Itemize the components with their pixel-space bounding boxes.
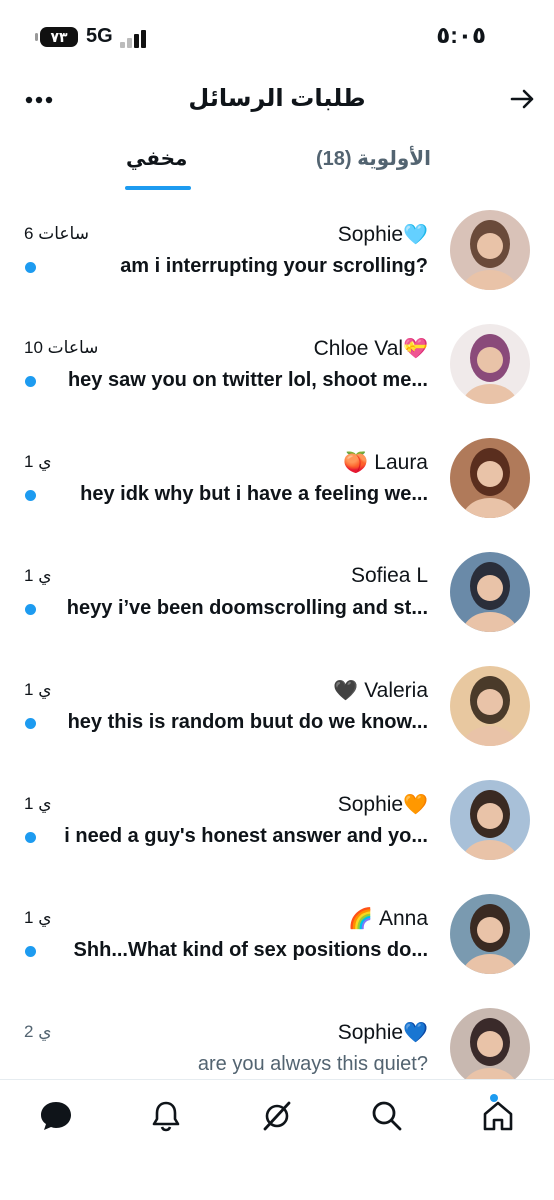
header: طلبات الرسائل [0, 76, 554, 126]
timestamp: 1 ي [24, 566, 52, 585]
message-request-row[interactable]: Sofiea L 1 ي heyy i’ve been doomscrolling … [0, 542, 554, 656]
sender-name: 🌈 Anna [348, 907, 428, 930]
emoji-icon: 🍑 [343, 452, 369, 474]
page-title: طلبات الرسائل [188, 85, 366, 112]
message-request-row[interactable]: Chloe Val💝 10 ساعات hey saw you on twitter… [0, 314, 554, 428]
timestamp: 1 ي [24, 452, 52, 471]
messages-icon[interactable] [38, 1098, 74, 1134]
timestamp: 10 ساعات [24, 338, 99, 357]
avatar[interactable] [450, 1008, 530, 1088]
notifications-icon[interactable] [148, 1098, 184, 1134]
signal-icon [120, 28, 152, 48]
sender-name: 🖤 Valeria [333, 679, 428, 702]
message-request-row[interactable]: 🍑 Laura 1 ي hey idk why but i have a feelin… [0, 428, 554, 542]
message-request-row[interactable]: Sophie🧡 1 ي i need a guy's honest answer a… [0, 770, 554, 884]
message-request-row[interactable]: 🖤 Valeria 1 ي hey this is random buut do we… [0, 656, 554, 770]
tab-priority[interactable]: الأولوية (18) [316, 146, 431, 171]
unread-dot [25, 946, 36, 957]
bottom-nav [0, 1079, 554, 1200]
unread-dot [25, 832, 36, 843]
message-preview: am i interrupting your scrolling? [120, 255, 428, 277]
message-preview: Shh...What kind of sex positions do... [73, 939, 428, 961]
avatar[interactable] [450, 780, 530, 860]
message-preview: hey this is random buut do we know... [67, 711, 428, 733]
message-preview: hey idk why but i have a feeling we... [80, 483, 428, 505]
notification-dot [490, 1094, 498, 1102]
avatar[interactable] [450, 324, 530, 404]
grok-icon[interactable] [259, 1098, 295, 1134]
home-icon[interactable] [480, 1094, 516, 1134]
emoji-icon: 🩵 [403, 224, 428, 246]
emoji-icon: 💙 [403, 1022, 428, 1044]
timestamp: 2 ي [24, 1022, 52, 1041]
active-tab-indicator [125, 186, 191, 190]
message-request-row[interactable]: Sophie🩵 6 ساعات am i interrupting your scr… [0, 200, 554, 314]
message-request-row[interactable]: 🌈 Anna 1 ي Shh...What kind of sex positions… [0, 884, 554, 998]
avatar[interactable] [450, 210, 530, 290]
message-preview: heyy i’ve been doomscrolling and st... [66, 597, 428, 619]
emoji-icon: 🖤 [333, 680, 359, 702]
sender-name: Sophie🧡 [337, 793, 428, 816]
unread-dot [25, 376, 36, 387]
unread-dot [25, 490, 36, 501]
unread-dot [25, 262, 36, 273]
message-request-list: Sophie🩵 6 ساعات am i interrupting your scr… [0, 200, 554, 1112]
unread-dot [25, 718, 36, 729]
sender-name: Sophie🩵 [337, 223, 428, 246]
network-type: 5G [86, 25, 113, 47]
timestamp: 1 ي [24, 794, 52, 813]
avatar[interactable] [450, 552, 530, 632]
battery-icon: ٧٣ [35, 27, 78, 47]
message-preview: i need a guy's honest answer and yo... [64, 825, 428, 847]
sender-name: Sofiea L [350, 564, 428, 587]
message-preview: are you always this quiet? [197, 1053, 428, 1075]
timestamp: 1 ي [24, 908, 52, 927]
search-icon[interactable] [369, 1098, 405, 1134]
tab-hidden[interactable]: مخفي [126, 146, 187, 171]
message-preview: hey saw you on twitter lol, shoot me... [67, 369, 428, 391]
avatar[interactable] [450, 438, 530, 518]
avatar[interactable] [450, 894, 530, 974]
sender-name: Chloe Val💝 [313, 337, 428, 360]
status-time: ٥:٠٥ [436, 22, 486, 48]
emoji-icon: 🌈 [348, 908, 373, 930]
timestamp: 6 ساعات [24, 224, 89, 243]
arrow-right-icon[interactable] [508, 84, 538, 114]
timestamp: 1 ي [24, 680, 52, 699]
avatar[interactable] [450, 666, 530, 746]
emoji-icon: 💝 [403, 338, 428, 360]
status-bar: ٧٣ 5G ٥:٠٥ [0, 0, 554, 76]
unread-dot [25, 604, 36, 615]
sender-name: 🍑 Laura [343, 451, 428, 474]
tabs: مخفي الأولوية (18) [0, 140, 554, 192]
emoji-icon: 🧡 [403, 794, 428, 816]
sender-name: Sophie💙 [337, 1021, 428, 1044]
